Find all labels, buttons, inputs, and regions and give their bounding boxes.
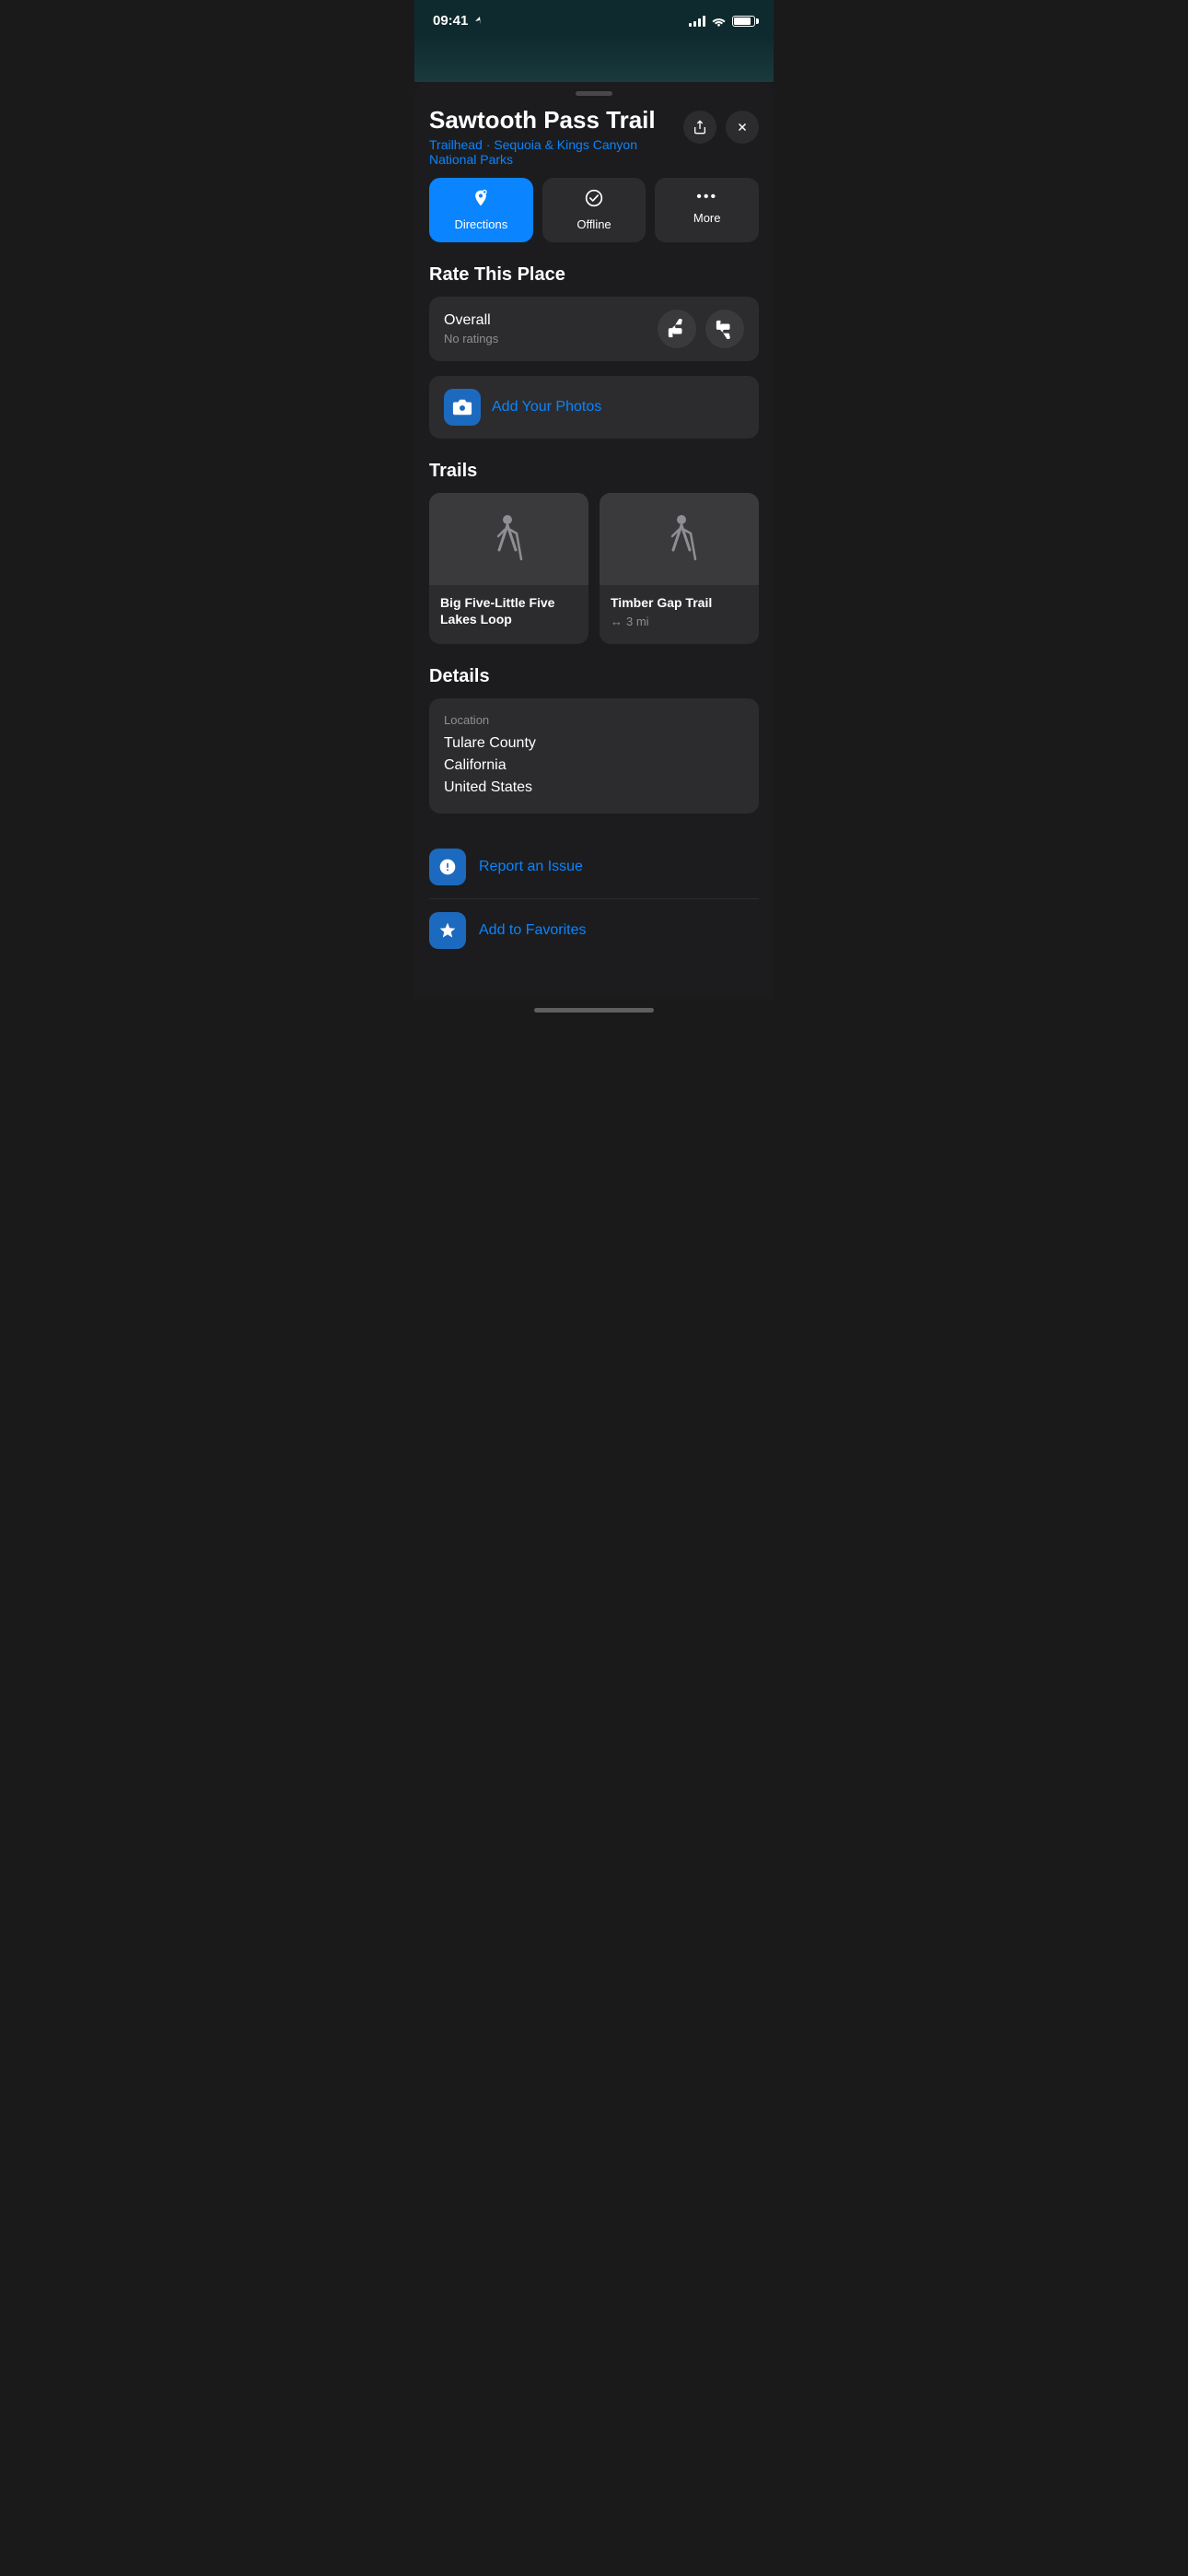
camera-icon	[452, 397, 472, 417]
sheet-header: Sawtooth Pass Trail Trailhead · Sequoia …	[429, 103, 759, 178]
rating-buttons	[658, 310, 744, 348]
trails-grid: Big Five-Little Five Lakes Loop Timber G	[429, 493, 759, 644]
location-value: Tulare County California United States	[444, 732, 744, 799]
thumbs-up-icon	[667, 319, 687, 339]
wifi-icon	[711, 16, 727, 27]
directions-button[interactable]: Directions	[429, 178, 533, 242]
trail-image-2	[600, 493, 759, 585]
more-button[interactable]: ••• More	[655, 178, 759, 242]
location-arrow-icon	[474, 16, 485, 27]
report-icon	[438, 858, 457, 876]
favorites-icon-wrap	[429, 912, 466, 949]
location-line-1: Tulare County	[444, 732, 744, 755]
trails-section: Trails	[429, 461, 759, 644]
offline-button[interactable]: Offline	[542, 178, 646, 242]
report-issue-label: Report an Issue	[479, 859, 583, 875]
offline-label: Offline	[577, 217, 611, 231]
header-text: Sawtooth Pass Trail Trailhead · Sequoia …	[429, 107, 672, 167]
rate-section-title: Rate This Place	[429, 264, 759, 286]
status-bar: 09:41	[414, 0, 774, 36]
hiker-icon-1	[486, 513, 532, 564]
map-background	[414, 36, 774, 82]
header-actions	[683, 111, 759, 144]
distance-value: 3 mi	[626, 615, 649, 628]
trail-card-2[interactable]: Timber Gap Trail ↔ 3 mi	[600, 493, 759, 644]
share-icon	[693, 120, 707, 135]
offline-icon	[585, 189, 603, 212]
detail-sheet: Sawtooth Pass Trail Trailhead · Sequoia …	[414, 82, 774, 999]
star-icon	[438, 921, 457, 940]
more-dots-icon: •••	[696, 189, 717, 205]
details-title: Details	[429, 666, 759, 687]
details-section: Details Location Tulare County Californi…	[429, 666, 759, 814]
directions-arrow-icon	[472, 189, 490, 207]
trail-image-1	[429, 493, 588, 585]
status-right	[689, 16, 755, 27]
details-card: Location Tulare County California United…	[429, 698, 759, 814]
status-left: 09:41	[433, 13, 485, 29]
camera-icon-wrap	[444, 389, 481, 426]
report-icon-wrap	[429, 849, 466, 885]
trails-title: Trails	[429, 461, 759, 482]
signal-icon	[689, 16, 705, 27]
sheet-handle	[429, 82, 759, 103]
close-icon	[736, 121, 749, 134]
more-label: More	[693, 211, 721, 225]
drag-handle[interactable]	[576, 91, 612, 96]
share-button[interactable]	[683, 111, 716, 144]
no-ratings-text: No ratings	[444, 332, 498, 345]
report-issue-item[interactable]: Report an Issue	[429, 836, 759, 899]
add-favorites-label: Add to Favorites	[479, 922, 587, 939]
thumbs-down-icon	[715, 319, 735, 339]
battery-icon	[732, 16, 755, 27]
trail-card-1[interactable]: Big Five-Little Five Lakes Loop	[429, 493, 588, 644]
directions-label: Directions	[454, 217, 507, 231]
rating-card: Overall No ratings	[429, 297, 759, 361]
thumbs-up-button[interactable]	[658, 310, 696, 348]
add-photos-card[interactable]: Add Your Photos	[429, 376, 759, 439]
action-buttons-row: Directions Offline ••• More	[429, 178, 759, 242]
bottom-bar	[414, 999, 774, 1020]
time-display: 09:41	[433, 13, 468, 29]
add-photos-label: Add Your Photos	[492, 399, 601, 416]
thumbs-down-button[interactable]	[705, 310, 744, 348]
directions-icon	[472, 189, 490, 212]
add-favorites-item[interactable]: Add to Favorites	[429, 899, 759, 962]
hiker-icon-2	[657, 513, 703, 564]
location-line-2: California	[444, 755, 744, 777]
trail-info-1: Big Five-Little Five Lakes Loop	[429, 585, 588, 644]
trail-distance-2: ↔ 3 mi	[611, 615, 748, 628]
distance-arrow-icon: ↔	[611, 615, 623, 628]
place-subtitle: Trailhead · Sequoia & Kings Canyon Natio…	[429, 137, 672, 167]
place-title: Sawtooth Pass Trail	[429, 107, 672, 134]
location-line-3: United States	[444, 777, 744, 799]
home-indicator	[534, 1008, 654, 1013]
place-type: Trailhead	[429, 137, 483, 152]
trail-name-1: Big Five-Little Five Lakes Loop	[440, 594, 577, 627]
overall-label: Overall	[444, 312, 498, 329]
location-label: Location	[444, 713, 744, 727]
trail-name-2: Timber Gap Trail	[611, 594, 748, 611]
trail-info-2: Timber Gap Trail ↔ 3 mi	[600, 585, 759, 641]
close-button[interactable]	[726, 111, 759, 144]
checkmark-icon	[585, 189, 603, 207]
